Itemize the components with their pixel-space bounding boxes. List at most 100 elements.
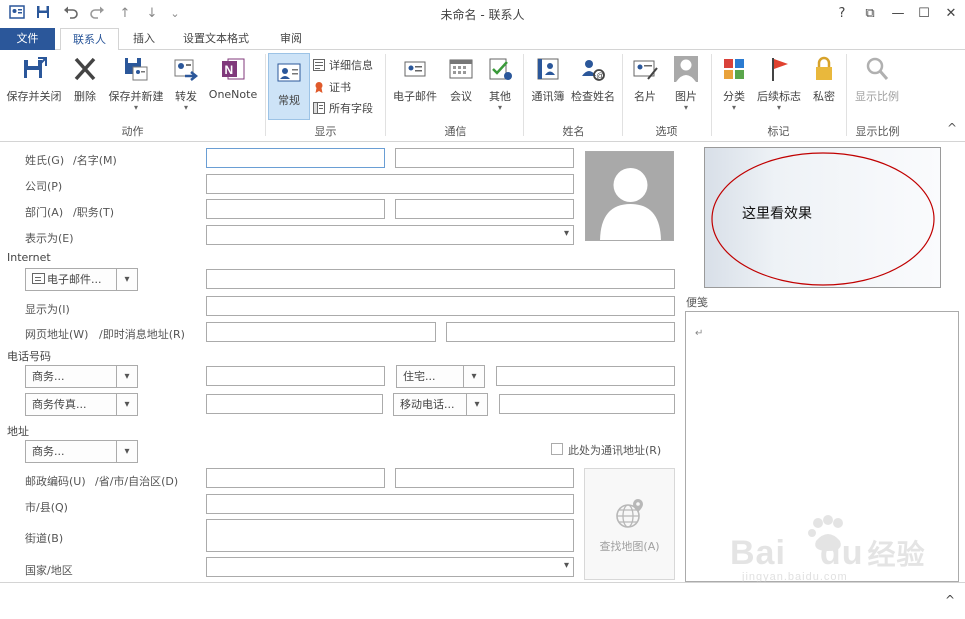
svg-text:@: @	[596, 71, 604, 80]
details-button[interactable]: 详细信息	[313, 57, 373, 73]
group-label-names: 姓名	[562, 125, 585, 138]
minimize-button[interactable]: —	[886, 4, 910, 24]
city-input[interactable]	[206, 494, 574, 514]
all-fields-button[interactable]: 所有字段	[313, 100, 373, 116]
general-card-icon	[274, 58, 304, 88]
email-card-small-icon	[32, 273, 45, 284]
webpage-label: 网页地址(W)	[25, 328, 89, 341]
phone4-type-dropdown[interactable]: ▾	[466, 393, 488, 416]
categorize-button[interactable]: 分类 ▾	[717, 54, 751, 112]
phone3-type-dropdown[interactable]: ▾	[116, 393, 138, 416]
check-names-button[interactable]: @ 检查姓名	[570, 54, 616, 104]
email-type-dropdown[interactable]: ▾	[116, 268, 138, 291]
onenote-icon: N	[218, 54, 248, 84]
mailing-address-checkbox[interactable]	[551, 443, 563, 455]
ribbon-display-options-button[interactable]: ⧉	[858, 4, 882, 24]
save-new-button[interactable]: 保存并新建 ▾	[106, 54, 166, 112]
expand-people-pane-icon[interactable]: ^	[945, 593, 955, 607]
flag-icon	[764, 54, 794, 84]
email-button[interactable]: 电子邮件	[390, 54, 440, 104]
group-label-tags: 标记	[767, 125, 790, 138]
job-title-label: /职务(T)	[73, 206, 115, 219]
last-name-input[interactable]	[206, 148, 385, 168]
save-close-button[interactable]: 保存并关闭	[4, 54, 64, 104]
meeting-button[interactable]: 会议	[444, 54, 478, 104]
watermark-brand-a: Bai	[730, 534, 786, 572]
picture-person-icon	[671, 54, 701, 84]
job-title-input[interactable]	[395, 199, 574, 219]
contact-photo[interactable]	[585, 151, 674, 241]
zoom-button[interactable]: 显示比例	[852, 54, 902, 104]
phone3-input[interactable]	[206, 394, 383, 414]
help-button[interactable]: ?	[830, 4, 854, 24]
tab-format-text[interactable]: 设置文本格式	[171, 28, 261, 50]
baidu-watermark: Bai du 经验 jingyan.baidu.com	[728, 511, 924, 583]
email-input[interactable]	[206, 269, 675, 289]
first-name-input[interactable]	[395, 148, 574, 168]
forward-icon	[171, 54, 201, 84]
close-button[interactable]: ✕	[939, 4, 963, 24]
maximize-button[interactable]: ☐	[912, 4, 936, 24]
phone1-input[interactable]	[206, 366, 385, 386]
phone4-type-button[interactable]: 移动电话...	[393, 393, 467, 416]
globe-pin-icon	[615, 499, 643, 528]
last-name-label: 姓氏(G)	[25, 154, 65, 167]
company-label: 公司(P)	[25, 180, 63, 193]
collapse-ribbon-button[interactable]: ^	[942, 121, 962, 135]
onenote-button[interactable]: N OneNote	[206, 54, 260, 101]
zip-label: 邮政编码(U)	[25, 475, 86, 488]
address-section-label: 地址	[7, 425, 29, 438]
display-as-input[interactable]	[206, 296, 675, 316]
street-input[interactable]	[206, 519, 574, 552]
more-communicate-button[interactable]: 其他 ▾	[482, 54, 518, 112]
phone4-input[interactable]	[499, 394, 675, 414]
province-label: /省/市/自治区(D)	[95, 475, 179, 488]
picture-button[interactable]: 图片 ▾	[667, 54, 705, 112]
first-name-label: /名字(M)	[73, 154, 117, 167]
group-label-zoom: 显示比例	[855, 125, 900, 138]
phone2-type-dropdown[interactable]: ▾	[463, 365, 485, 388]
map-it-button[interactable]: 查找地图(A)	[584, 468, 675, 580]
country-select[interactable]	[206, 557, 574, 577]
title-bar: ↑ ↓ ⌄ 未命名 - 联系人 ? ⧉ — ☐ ✕	[0, 0, 965, 28]
tab-contact[interactable]: 联系人	[60, 28, 119, 51]
paragraph-mark: ↵	[695, 328, 704, 339]
department-input[interactable]	[206, 199, 385, 219]
group-label-show: 显示	[314, 125, 337, 138]
general-view-button[interactable]: 常规	[268, 53, 310, 120]
file-as-select[interactable]	[206, 225, 574, 245]
follow-up-button[interactable]: 后续标志 ▾	[754, 54, 804, 112]
certificates-button[interactable]: 证书	[313, 79, 351, 95]
address-type-dropdown[interactable]: ▾	[116, 440, 138, 463]
province-input[interactable]	[395, 468, 574, 488]
delete-button[interactable]: 删除	[68, 54, 102, 104]
private-button[interactable]: 私密	[809, 54, 839, 104]
group-label-options: 选项	[655, 125, 678, 138]
tab-file[interactable]: 文件	[0, 28, 55, 50]
email-type-button[interactable]: 电子邮件...	[25, 268, 117, 291]
address-book-button[interactable]: 通讯簿	[528, 54, 568, 104]
company-input[interactable]	[206, 174, 574, 194]
file-as-label: 表示为(E)	[25, 232, 74, 245]
task-check-icon	[485, 54, 515, 84]
zip-input[interactable]	[206, 468, 385, 488]
phone3-type-button[interactable]: 商务传真...	[25, 393, 117, 416]
phone2-type-button[interactable]: 住宅...	[396, 365, 464, 388]
certificate-ribbon-icon	[313, 81, 325, 93]
email-card-icon	[400, 54, 430, 84]
notes-label: 便笺	[686, 296, 708, 309]
address-type-button[interactable]: 商务...	[25, 440, 117, 463]
phone1-type-button[interactable]: 商务...	[25, 365, 117, 388]
webpage-input[interactable]	[206, 322, 436, 342]
forward-button[interactable]: 转发 ▾	[170, 54, 202, 112]
tab-review[interactable]: 审阅	[268, 28, 314, 50]
phone2-input[interactable]	[496, 366, 675, 386]
watermark-brand-cn: 经验	[867, 539, 926, 570]
business-card-button[interactable]: 名片	[627, 54, 663, 104]
business-card-icon	[630, 54, 660, 84]
phone1-type-dropdown[interactable]: ▾	[116, 365, 138, 388]
tab-insert[interactable]: 插入	[121, 28, 167, 50]
categorize-grid-icon	[719, 54, 749, 84]
im-address-input[interactable]	[446, 322, 675, 342]
calendar-icon	[446, 54, 476, 84]
